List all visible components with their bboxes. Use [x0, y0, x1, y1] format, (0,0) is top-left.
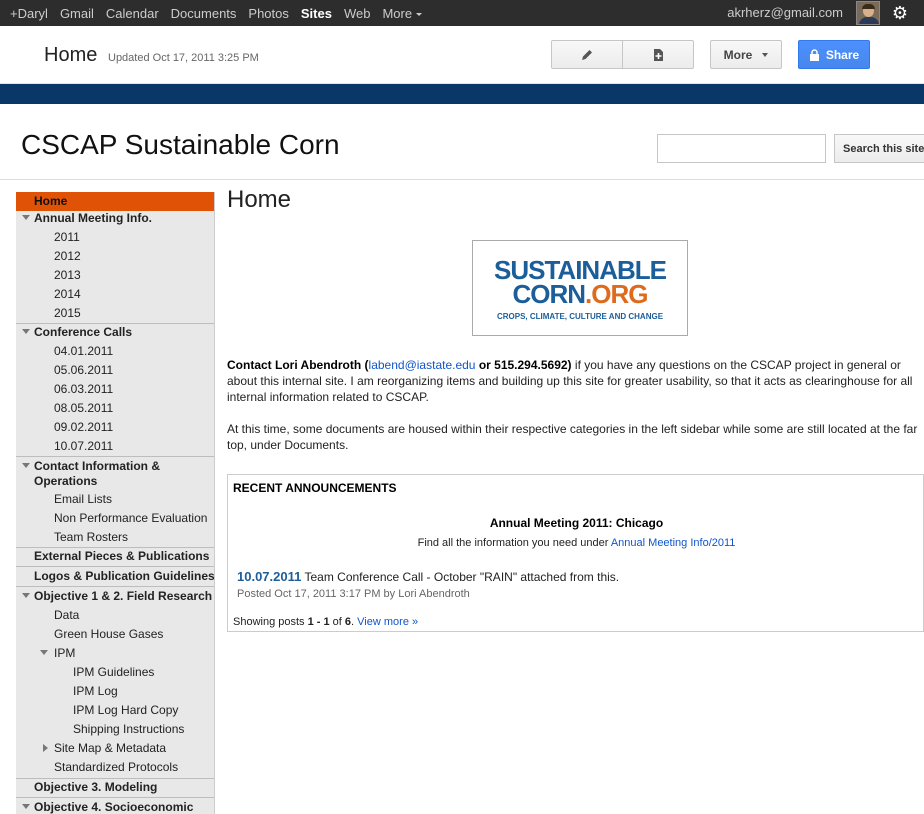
sustainable-corn-logo: SUSTAINABLE CORN.ORG CROPS, CLIMATE, CUL…	[472, 240, 688, 336]
contact-email-link[interactable]: labend@iastate.edu	[369, 358, 476, 372]
nav-documents[interactable]: Documents	[171, 6, 237, 21]
announcements-heading: RECENT ANNOUNCEMENTS	[233, 481, 397, 495]
logo-corn: CORN	[512, 279, 586, 309]
new-page-button[interactable]	[622, 40, 694, 69]
gear-icon[interactable]: ⚙	[890, 3, 910, 23]
new-page-icon	[654, 48, 663, 61]
search-site-button[interactable]: Search this site	[834, 134, 924, 163]
site-title[interactable]: CSCAP Sustainable Corn	[21, 129, 340, 161]
sidebar-item-team-rosters[interactable]: Team Rosters	[16, 528, 214, 547]
nav-calendar[interactable]: Calendar	[106, 6, 159, 21]
sidebar-item-standardized-protocols[interactable]: Standardized Protocols	[16, 758, 214, 777]
page-title: Home	[44, 44, 98, 66]
nav-gmail[interactable]: Gmail	[60, 6, 94, 21]
contact-paragraph: Contact Lori Abendroth (labend@iastate.e…	[227, 357, 924, 405]
page-header: Home Updated Oct 17, 2011 3:25 PM More S…	[0, 26, 924, 84]
showing-a: Showing posts	[233, 616, 308, 628]
sidebar-item-06-03-2011[interactable]: 06.03.2011	[16, 380, 214, 399]
recent-announcements: RECENT ANNOUNCEMENTS Annual Meeting 2011…	[227, 474, 924, 632]
sidebar-item-email-lists[interactable]: Email Lists	[16, 490, 214, 509]
post-text: Team Conference Call - October "RAIN" at…	[301, 570, 620, 584]
site-search-input[interactable]	[657, 134, 826, 163]
nav-more[interactable]: More	[382, 5, 423, 21]
sidebar-item-external-pieces[interactable]: External Pieces & Publications	[16, 547, 214, 566]
sidebar-item-ipm-log[interactable]: IPM Log	[16, 682, 214, 701]
pencil-icon	[582, 49, 592, 60]
sidebar-item-2013[interactable]: 2013	[16, 266, 214, 285]
updated-timestamp: Updated Oct 17, 2011 3:25 PM	[108, 52, 259, 64]
sidebar-item-site-map-metadata[interactable]: Site Map & Metadata	[16, 739, 214, 758]
sidebar-item-logos-guidelines[interactable]: Logos & Publication Guidelines	[16, 567, 214, 586]
sidebar-item-shipping-instructions[interactable]: Shipping Instructions	[16, 720, 214, 739]
logo-line-2: CORN.ORG	[473, 281, 687, 307]
edit-page-button[interactable]	[551, 40, 623, 69]
showing-range: 1 - 1	[307, 616, 330, 628]
sidebar-item-ipm[interactable]: IPM	[16, 644, 214, 663]
sidebar-item-09-02-2011[interactable]: 09.02.2011	[16, 418, 214, 437]
post-title-link[interactable]: 10.07.2011	[237, 569, 301, 584]
content-heading: Home	[227, 186, 292, 213]
logo-org: .ORG	[585, 279, 648, 309]
lock-icon	[809, 48, 819, 61]
sidebar-item-04-01-2011[interactable]: 04.01.2011	[16, 342, 214, 361]
sidebar-divider	[16, 456, 214, 457]
logo-tagline: CROPS, CLIMATE, CULTURE AND CHANGE	[496, 312, 664, 321]
share-label: Share	[825, 47, 860, 62]
site-banner	[0, 84, 924, 104]
announcement-title: Annual Meeting 2011: Chicago	[489, 516, 664, 530]
avatar-body	[859, 17, 879, 24]
nav-plus-daryl[interactable]: +Daryl	[10, 6, 48, 21]
more-label: More	[723, 47, 753, 62]
sidebar-item-green-house-gases[interactable]: Green House Gases	[16, 625, 214, 644]
announcement-subtext: Find all the information you need under …	[228, 537, 924, 549]
sidebar-item-2015[interactable]: 2015	[16, 304, 214, 323]
sidebar-item-2014[interactable]: 2014	[16, 285, 214, 304]
sidebar-nav: Home Annual Meeting Info. 2011 2012 2013…	[16, 192, 215, 814]
sidebar-item-2012[interactable]: 2012	[16, 247, 214, 266]
nav-photos[interactable]: Photos	[248, 6, 288, 21]
avatar-hair	[862, 4, 875, 9]
showing-of: of	[329, 616, 345, 628]
sidebar-item-conference-calls[interactable]: Conference Calls	[16, 323, 214, 342]
sidebar-item-non-performance-evaluation[interactable]: Non Performance Evaluation	[16, 509, 214, 528]
sidebar-item-objective-4[interactable]: Objective 4. Socioeconomic	[16, 798, 214, 814]
annual-meeting-link[interactable]: Annual Meeting Info/2011	[611, 537, 736, 549]
announcement-post: 10.07.2011 Team Conference Call - Octobe…	[237, 569, 619, 584]
sidebar-item-objective-3[interactable]: Objective 3. Modeling	[16, 778, 214, 797]
more-button[interactable]: More	[710, 40, 782, 69]
sidebar-item-objective-1-2[interactable]: Objective 1 & 2. Field Research	[16, 587, 214, 606]
caret-down-icon	[416, 12, 423, 16]
showing-posts: Showing posts 1 - 1 of 6. View more »	[233, 616, 418, 628]
sidebar-item-data[interactable]: Data	[16, 606, 214, 625]
contact-lead: Contact Lori Abendroth (	[227, 358, 369, 372]
google-nav: +Daryl Gmail Calendar Documents Photos S…	[4, 0, 428, 26]
documents-paragraph: At this time, some documents are housed …	[227, 422, 918, 452]
account-email[interactable]: akrherz@gmail.com	[727, 5, 843, 20]
contact-phone: or 515.294.5692)	[475, 358, 572, 372]
site-header: CSCAP Sustainable Corn Search this site	[0, 104, 924, 180]
sidebar-item-08-05-2011[interactable]: 08.05.2011	[16, 399, 214, 418]
sidebar-item-contact-information[interactable]: Contact Information & Operations	[16, 459, 186, 489]
sidebar-item-05-06-2011[interactable]: 05.06.2011	[16, 361, 214, 380]
nav-more-label: More	[382, 5, 413, 21]
sidebar-item-2011[interactable]: 2011	[16, 228, 214, 247]
sidebar-item-10-07-2011[interactable]: 10.07.2011	[16, 437, 214, 456]
google-bar: +Daryl Gmail Calendar Documents Photos S…	[0, 0, 924, 26]
sidebar-item-ipm-log-hard-copy[interactable]: IPM Log Hard Copy	[16, 701, 214, 720]
nav-web[interactable]: Web	[344, 6, 371, 21]
chevron-down-icon	[762, 52, 769, 57]
view-more-link[interactable]: View more »	[357, 616, 418, 628]
share-button[interactable]: Share	[798, 40, 870, 69]
sidebar-item-annual-meeting[interactable]: Annual Meeting Info.	[16, 209, 214, 228]
announcement-subtext-lead: Find all the information you need under	[417, 537, 611, 549]
avatar[interactable]	[856, 1, 880, 25]
sidebar-item-ipm-guidelines[interactable]: IPM Guidelines	[16, 663, 214, 682]
nav-sites[interactable]: Sites	[301, 6, 332, 21]
post-meta: Posted Oct 17, 2011 3:17 PM by Lori Aben…	[237, 588, 470, 600]
